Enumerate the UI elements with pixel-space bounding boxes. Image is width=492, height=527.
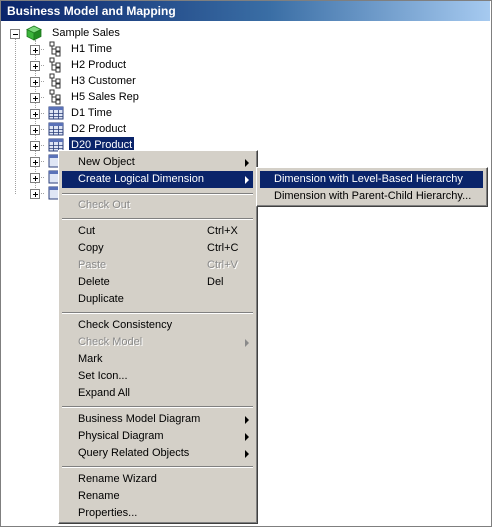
context-menu: New Object Create Logical Dimension Chec… bbox=[58, 150, 258, 524]
menu-item-new-object[interactable]: New Object bbox=[62, 154, 253, 171]
menu-item-check-model[interactable]: Check Model bbox=[62, 334, 253, 351]
tree-root-label: Sample Sales bbox=[52, 27, 120, 39]
tree-item-label: D2 Product bbox=[71, 123, 127, 135]
menu-item-duplicate[interactable]: Duplicate bbox=[62, 291, 253, 308]
shortcut-label: Ctrl+C bbox=[207, 242, 239, 254]
expand-icon[interactable] bbox=[30, 141, 40, 151]
expand-icon[interactable] bbox=[30, 45, 40, 55]
submenu-arrow-icon bbox=[245, 159, 249, 167]
shortcut-label: Ctrl+X bbox=[207, 225, 238, 237]
expand-icon[interactable] bbox=[30, 125, 40, 135]
menu-item-rename-wizard[interactable]: Rename Wizard bbox=[62, 471, 253, 488]
menu-separator bbox=[62, 466, 253, 468]
menu-item-create-logical-dimension[interactable]: Create Logical Dimension bbox=[62, 171, 253, 188]
table-icon bbox=[48, 106, 64, 120]
submenu-arrow-icon bbox=[245, 176, 249, 184]
menu-item-copy[interactable]: Copy Ctrl+C bbox=[62, 240, 253, 257]
hierarchy-icon bbox=[49, 89, 61, 105]
menu-item-delete[interactable]: Delete Del bbox=[62, 274, 253, 291]
menu-item-check-out[interactable]: Check Out bbox=[62, 197, 253, 214]
menu-item-check-consistency[interactable]: Check Consistency bbox=[62, 317, 253, 334]
expand-icon[interactable] bbox=[30, 189, 40, 199]
tree-connector bbox=[15, 39, 16, 194]
tree-item-label: D1 Time bbox=[71, 107, 112, 119]
create-logical-dimension-submenu: Dimension with Level-Based Hierarchy Dim… bbox=[256, 167, 488, 207]
menu-separator bbox=[62, 193, 253, 195]
business-model-cube-icon bbox=[26, 25, 42, 41]
submenu-arrow-icon bbox=[245, 433, 249, 441]
tree-item-label: H5 Sales Rep bbox=[71, 91, 139, 103]
tree-item-label: H2 Product bbox=[71, 59, 127, 71]
hierarchy-icon bbox=[49, 41, 61, 57]
menu-separator bbox=[62, 218, 253, 220]
submenu-arrow-icon bbox=[245, 416, 249, 424]
expand-icon[interactable] bbox=[30, 61, 40, 71]
menu-item-query-related-objects[interactable]: Query Related Objects bbox=[62, 445, 253, 462]
menu-separator bbox=[62, 312, 253, 314]
tree-item-label: H1 Time bbox=[71, 43, 112, 55]
submenu-arrow-icon bbox=[245, 339, 249, 347]
menu-item-cut[interactable]: Cut Ctrl+X bbox=[62, 223, 253, 240]
window-title: Business Model and Mapping bbox=[1, 1, 490, 21]
submenu-item-level-based-hierarchy[interactable]: Dimension with Level-Based Hierarchy bbox=[260, 171, 483, 188]
shortcut-label: Ctrl+V bbox=[207, 259, 238, 271]
menu-item-properties[interactable]: Properties... bbox=[62, 505, 253, 522]
table-icon bbox=[48, 122, 64, 136]
menu-item-paste[interactable]: Paste Ctrl+V bbox=[62, 257, 253, 274]
hierarchy-icon bbox=[49, 57, 61, 73]
tree-item-label: H3 Customer bbox=[71, 75, 136, 87]
menu-item-rename[interactable]: Rename bbox=[62, 488, 253, 505]
expand-icon[interactable] bbox=[30, 109, 40, 119]
menu-separator bbox=[62, 406, 253, 408]
menu-item-mark[interactable]: Mark bbox=[62, 351, 253, 368]
expand-icon[interactable] bbox=[30, 93, 40, 103]
menu-item-physical-diagram[interactable]: Physical Diagram bbox=[62, 428, 253, 445]
menu-item-expand-all[interactable]: Expand All bbox=[62, 385, 253, 402]
submenu-item-parent-child-hierarchy[interactable]: Dimension with Parent-Child Hierarchy... bbox=[260, 188, 483, 205]
submenu-arrow-icon bbox=[245, 450, 249, 458]
expand-icon[interactable] bbox=[30, 77, 40, 87]
menu-item-set-icon[interactable]: Set Icon... bbox=[62, 368, 253, 385]
expand-icon[interactable] bbox=[30, 157, 40, 167]
collapse-icon[interactable] bbox=[10, 29, 20, 39]
hierarchy-icon bbox=[49, 73, 61, 89]
menu-item-business-model-diagram[interactable]: Business Model Diagram bbox=[62, 411, 253, 428]
expand-icon[interactable] bbox=[30, 173, 40, 183]
shortcut-label: Del bbox=[207, 276, 224, 288]
